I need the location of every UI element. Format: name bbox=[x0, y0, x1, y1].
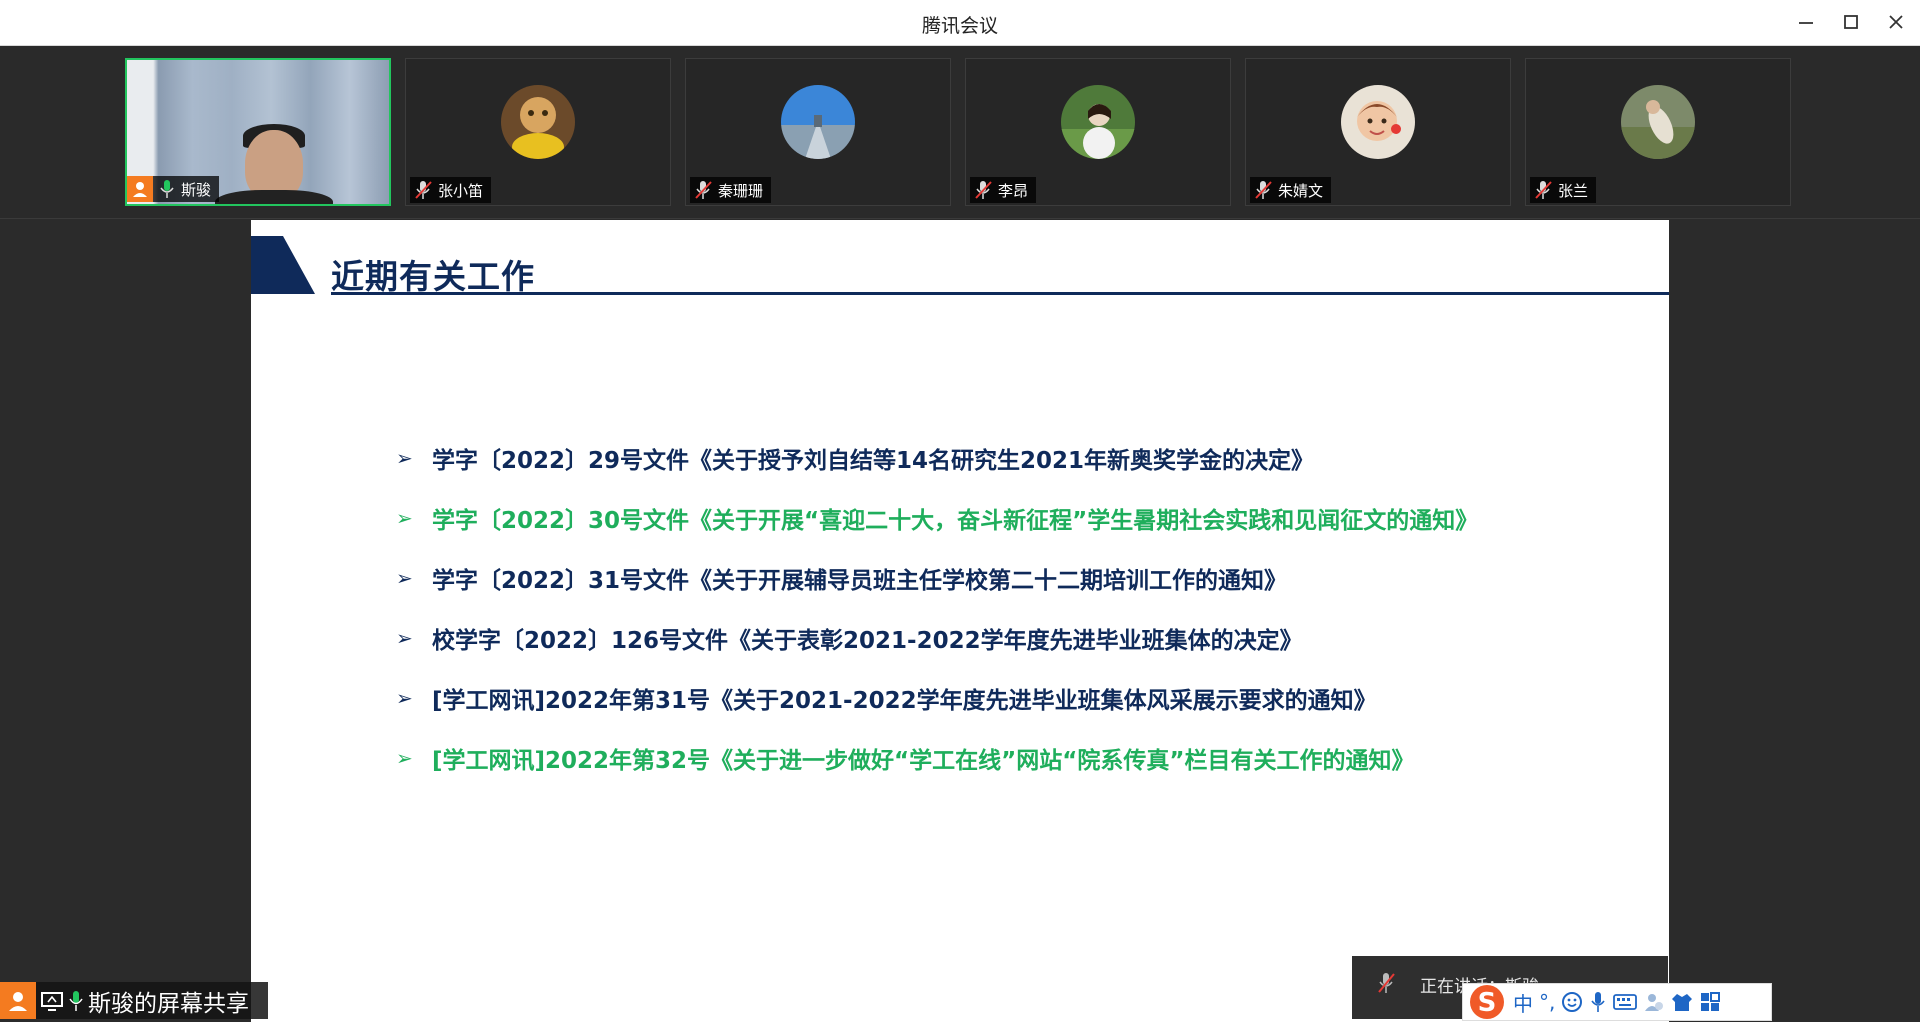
participant-namebar: 朱婧文 bbox=[1250, 177, 1332, 203]
participant-namebar: 张兰 bbox=[1530, 177, 1597, 203]
svg-text:S: S bbox=[1478, 988, 1497, 1018]
list-item: ➢ 校学字〔2022〕126号文件《关于表彰2021-2022学年度先进毕业班集… bbox=[396, 608, 1478, 668]
participant-name: 李昂 bbox=[998, 181, 1029, 200]
arrow-bullet-icon: ➢ bbox=[396, 686, 413, 710]
avatar bbox=[501, 85, 575, 159]
list-item: ➢ 学字〔2022〕31号文件《关于开展辅导员班主任学校第二十二期培训工作的通知… bbox=[396, 548, 1478, 608]
title-bar: 腾讯会议 bbox=[0, 0, 1920, 46]
keyboard-icon[interactable] bbox=[1613, 993, 1638, 1011]
avatar bbox=[1341, 85, 1415, 159]
list-item: ➢ 学字〔2022〕30号文件《关于开展“喜迎二十大，奋斗新征程”学生暑期社会实… bbox=[396, 488, 1478, 548]
participant-tile[interactable]: 张小笛 bbox=[405, 58, 671, 206]
presentation-slide: 近期有关工作 ➢ 学字〔2022〕29号文件《关于授予刘自结等14名研究生202… bbox=[251, 220, 1669, 1022]
avatar bbox=[1061, 85, 1135, 159]
maximize-icon bbox=[1844, 15, 1858, 29]
mic-icon bbox=[160, 180, 174, 198]
mic-muted-icon bbox=[415, 181, 432, 199]
close-icon bbox=[1889, 15, 1903, 29]
participant-name: 朱婧文 bbox=[1278, 181, 1324, 200]
mic-muted-icon bbox=[1535, 181, 1552, 199]
screen-share-label[interactable]: 斯骏的屏幕共享 bbox=[0, 982, 268, 1019]
heading-rule bbox=[331, 292, 1669, 295]
mic-muted-icon bbox=[695, 181, 712, 199]
participant-namebar: 秦珊珊 bbox=[690, 177, 772, 203]
toolbox-icon[interactable] bbox=[1699, 991, 1721, 1013]
close-button[interactable] bbox=[1878, 8, 1914, 36]
skin-icon[interactable] bbox=[1671, 991, 1693, 1013]
screen-share-icon bbox=[41, 991, 63, 1011]
maximize-button[interactable] bbox=[1833, 8, 1869, 36]
arrow-bullet-icon: ➢ bbox=[396, 746, 413, 770]
slide-heading: 近期有关工作 bbox=[331, 257, 535, 296]
mic-muted-icon bbox=[975, 181, 992, 199]
slide-item-list: ➢ 学字〔2022〕29号文件《关于授予刘自结等14名研究生2021年新奥奖学金… bbox=[396, 428, 1478, 788]
voice-input-icon[interactable] bbox=[1589, 991, 1607, 1013]
mic-muted-icon bbox=[1255, 181, 1272, 199]
user-icon bbox=[127, 176, 153, 202]
list-item: ➢ [学工网讯]2022年第32号《关于进一步做好“学工在线”网站“院系传真”栏… bbox=[396, 728, 1478, 788]
list-item-text: 校学字〔2022〕126号文件《关于表彰2021-2022学年度先进毕业班集体的… bbox=[432, 628, 1303, 654]
participant-namebar: 张小笛 bbox=[410, 177, 492, 203]
participant-name: 张兰 bbox=[1558, 181, 1589, 200]
participant-tile[interactable]: 李昂 bbox=[965, 58, 1231, 206]
participant-strip: 斯骏 张小笛 秦珊珊 李昂 朱婧文 张兰 bbox=[0, 46, 1920, 219]
arrow-bullet-icon: ➢ bbox=[396, 626, 413, 650]
list-item-text: 学字〔2022〕29号文件《关于授予刘自结等14名研究生2021年新奥奖学金的决… bbox=[432, 448, 1315, 474]
avatar bbox=[1621, 85, 1695, 159]
ime-lang-toggle[interactable]: 中 bbox=[1513, 988, 1533, 1017]
participant-namebar: 李昂 bbox=[970, 177, 1037, 203]
share-label-text: 斯骏的屏幕共享 bbox=[88, 990, 249, 1017]
list-item-text: [学工网讯]2022年第31号《关于2021-2022学年度先进毕业班集体风采展… bbox=[432, 688, 1377, 714]
list-item-text: [学工网讯]2022年第32号《关于进一步做好“学工在线”网站“院系传真”栏目有… bbox=[432, 748, 1415, 774]
participant-name: 秦珊珊 bbox=[718, 181, 764, 200]
mic-icon bbox=[69, 990, 83, 1011]
emoji-icon[interactable] bbox=[1561, 991, 1583, 1013]
list-item-text: 学字〔2022〕31号文件《关于开展辅导员班主任学校第二十二期培训工作的通知》 bbox=[432, 568, 1288, 594]
list-item: ➢ 学字〔2022〕29号文件《关于授予刘自结等14名研究生2021年新奥奖学金… bbox=[396, 428, 1478, 488]
slide-corner-decoration bbox=[251, 236, 315, 294]
user-account-icon[interactable] bbox=[1643, 991, 1665, 1013]
ime-punct-toggle[interactable]: °, bbox=[1539, 990, 1555, 1014]
participant-tile[interactable]: 秦珊珊 bbox=[685, 58, 951, 206]
participant-tile-active[interactable]: 斯骏 bbox=[125, 58, 391, 206]
participant-name: 张小笛 bbox=[438, 181, 484, 200]
arrow-bullet-icon: ➢ bbox=[396, 566, 413, 590]
participant-name: 斯骏 bbox=[181, 180, 212, 199]
arrow-bullet-icon: ➢ bbox=[396, 446, 413, 470]
minimize-button[interactable] bbox=[1788, 8, 1824, 36]
shared-screen: 近期有关工作 ➢ 学字〔2022〕29号文件《关于授予刘自结等14名研究生202… bbox=[0, 219, 1920, 1022]
participant-tile[interactable]: 朱婧文 bbox=[1245, 58, 1511, 206]
sogou-logo-icon: S bbox=[1467, 984, 1507, 1020]
list-item-text: 学字〔2022〕30号文件《关于开展“喜迎二十大，奋斗新征程”学生暑期社会实践和… bbox=[432, 508, 1479, 534]
window-title: 腾讯会议 bbox=[921, 15, 998, 37]
user-icon bbox=[0, 982, 36, 1019]
list-item: ➢ [学工网讯]2022年第31号《关于2021-2022学年度先进毕业班集体风… bbox=[396, 668, 1478, 728]
participant-tile[interactable]: 张兰 bbox=[1525, 58, 1791, 206]
avatar bbox=[781, 85, 855, 159]
arrow-bullet-icon: ➢ bbox=[396, 506, 413, 530]
ime-toolbar[interactable]: S 中 °, bbox=[1462, 983, 1772, 1021]
mic-muted-icon bbox=[1378, 973, 1395, 993]
participant-namebar: 斯骏 bbox=[127, 176, 220, 202]
minimize-icon bbox=[1799, 22, 1813, 24]
